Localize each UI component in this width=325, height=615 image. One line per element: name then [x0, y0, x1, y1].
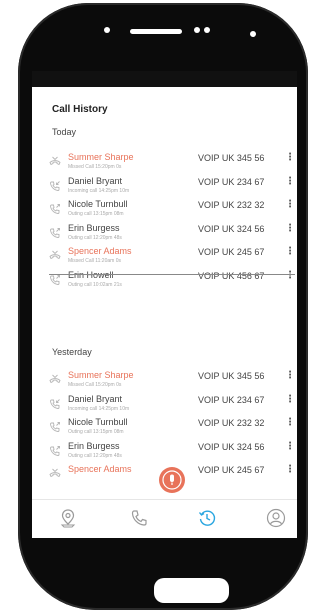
call-type-indicator	[49, 397, 61, 409]
section-label-yesterday: Yesterday	[52, 347, 92, 357]
call-row[interactable]: Daniel Bryant Incoming call 14:25pm 10m VO…	[32, 393, 297, 419]
call-type-indicator	[49, 155, 61, 167]
status-bar	[32, 71, 297, 87]
call-row[interactable]: Nicole Turnbull Outing call 13:15pm 08m VO…	[32, 198, 297, 224]
call-type-indicator	[49, 420, 61, 432]
call-type-indicator	[49, 249, 61, 261]
phone-number: VOIP UK 232 32	[198, 200, 265, 210]
outgoing-call-icon	[50, 445, 60, 456]
call-row[interactable]: Erin HowellOuting call 10:02am 21sVOIP U…	[32, 269, 297, 295]
microphone-icon	[162, 470, 182, 490]
contact-name: Daniel Bryant	[68, 175, 123, 186]
contact-name: Spencer Adams	[68, 246, 132, 256]
call-row[interactable]: Erin Burgess Outing call 12:20pm 48s VOIP …	[32, 222, 297, 248]
more-options-icon[interactable]: ⋮	[285, 394, 295, 405]
phone-number: VOIP UK 456 67	[198, 270, 265, 281]
phone-number: VOIP UK 324 56	[198, 223, 265, 234]
more-options-icon[interactable]: ⋮	[285, 247, 295, 257]
missed-call-icon	[49, 468, 61, 478]
more-options-icon[interactable]: ⋮	[285, 270, 295, 281]
missed-call-icon	[49, 374, 61, 384]
microphone-button[interactable]	[159, 467, 185, 493]
call-details: Outing call 12:20pm 48s	[68, 452, 122, 459]
phone-number: VOIP UK 234 67	[198, 394, 265, 405]
call-details: Missed Call 15:20pm 0s	[68, 164, 122, 170]
call-details: Missed Call 11:20am 0s	[68, 258, 121, 264]
outgoing-call-icon	[50, 274, 60, 285]
call-type-indicator	[49, 226, 61, 238]
more-options-icon[interactable]: ⋮	[285, 223, 295, 234]
nav-location[interactable]	[58, 508, 78, 528]
bottom-nav	[32, 499, 297, 538]
earpiece-speaker	[130, 29, 182, 34]
more-options-icon[interactable]: ⋮	[285, 176, 295, 187]
location-pin-icon	[60, 509, 76, 528]
contact-name: Summer Sharpe	[68, 152, 134, 162]
missed-call-icon	[49, 250, 61, 260]
call-details: Missed Call 15:20pm 0s	[68, 382, 122, 388]
app-screen: Call History Today Summer Sharpe Missed C…	[32, 71, 297, 538]
contact-name: Nicole Turnbull	[68, 199, 128, 209]
call-row[interactable]: Spencer Adams Missed Call 11:20am 0s VOIP …	[32, 245, 297, 271]
contact-name: Erin Burgess	[68, 222, 120, 233]
section-divider	[49, 274, 295, 275]
missed-call-icon	[49, 156, 61, 166]
contact-name: Nicole Turnbull	[68, 417, 128, 427]
outgoing-call-icon	[50, 204, 60, 214]
incoming-call-icon	[50, 398, 60, 409]
nav-phone[interactable]	[129, 508, 149, 528]
profile-icon	[266, 508, 286, 528]
phone-number: VOIP UK 245 67	[198, 247, 265, 257]
contact-name: Spencer Adams	[68, 464, 132, 474]
incoming-call-icon	[50, 180, 60, 191]
more-options-icon[interactable]: ⋮	[285, 465, 295, 475]
call-type-indicator	[49, 179, 61, 191]
contact-name: Erin Burgess	[68, 440, 120, 451]
more-options-icon[interactable]: ⋮	[285, 371, 295, 381]
sensor-dot-3	[250, 31, 256, 37]
contact-name: Summer Sharpe	[68, 370, 134, 380]
phone-number: VOIP UK 232 32	[198, 418, 265, 428]
outgoing-call-icon	[50, 227, 60, 238]
phone-icon	[131, 510, 147, 526]
contact-name: Daniel Bryant	[68, 393, 123, 404]
call-details: Outing call 13:15pm 08m	[68, 429, 124, 435]
section-label-today: Today	[52, 127, 77, 137]
call-row[interactable]: Daniel Bryant Incoming call 14:25pm 10m VO…	[32, 175, 297, 201]
call-type-indicator	[49, 467, 61, 479]
nav-history[interactable]	[197, 508, 217, 528]
call-details: Outing call 10:02am 21s	[68, 281, 122, 288]
call-details: Outing call 12:20pm 48s	[68, 234, 122, 241]
call-type-indicator	[49, 202, 61, 214]
call-row[interactable]: Nicole Turnbull Outing call 13:15pm 08m VO…	[32, 416, 297, 442]
more-options-icon[interactable]: ⋮	[285, 441, 295, 452]
call-details: Incoming call 14:25pm 10m	[68, 187, 130, 194]
front-camera	[104, 27, 110, 33]
page-title: Call History	[52, 104, 108, 115]
call-details: Incoming call 14:25pm 10m	[68, 405, 130, 412]
history-icon	[198, 510, 216, 526]
call-type-indicator	[49, 444, 61, 456]
nav-profile[interactable]	[266, 508, 286, 528]
call-row[interactable]: Summer Sharpe Missed Call 15:20pm 0s VOIP …	[32, 369, 297, 395]
phone-number: VOIP UK 234 67	[198, 176, 265, 187]
outgoing-call-icon	[50, 422, 60, 432]
phone-number: VOIP UK 345 56	[198, 371, 265, 381]
phone-number: VOIP UK 324 56	[198, 441, 265, 452]
sensor-dot-2	[204, 27, 210, 33]
call-row[interactable]: Summer Sharpe Missed Call 15:20pm 0s VOIP …	[32, 151, 297, 177]
more-options-icon[interactable]: ⋮	[285, 153, 295, 163]
more-options-icon[interactable]: ⋮	[285, 200, 295, 210]
phone-number: VOIP UK 245 67	[198, 465, 265, 475]
phone-number: VOIP UK 345 56	[198, 153, 265, 163]
call-type-indicator	[49, 373, 61, 385]
sensor-dot-1	[194, 27, 200, 33]
more-options-icon[interactable]: ⋮	[285, 418, 295, 428]
call-row[interactable]: Erin Burgess Outing call 12:20pm 48s VOIP …	[32, 440, 297, 466]
home-button[interactable]	[154, 578, 229, 603]
call-details: Outing call 13:15pm 08m	[68, 211, 124, 217]
